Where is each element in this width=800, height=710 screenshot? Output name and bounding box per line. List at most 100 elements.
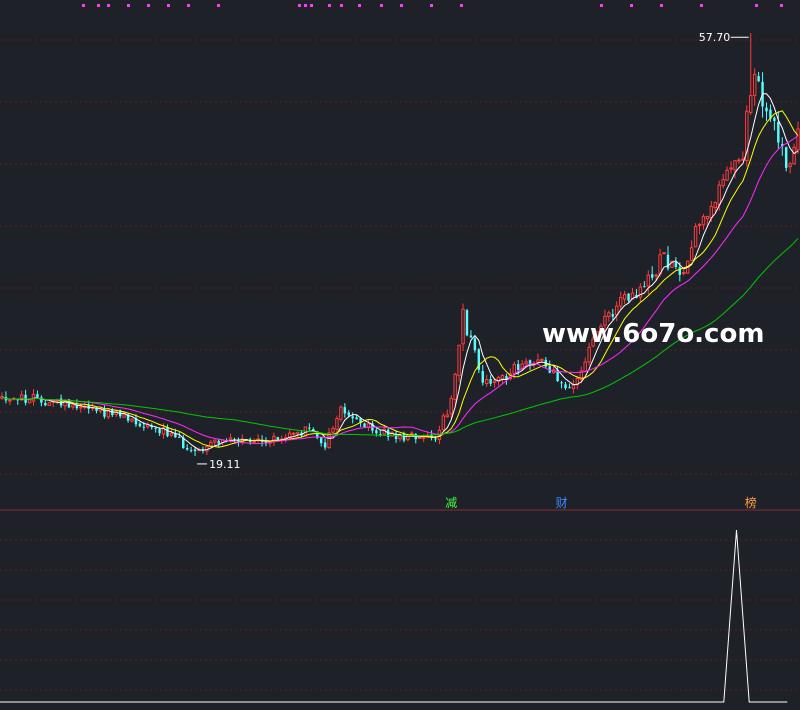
candle-up <box>540 358 544 361</box>
candle-down <box>674 262 678 267</box>
candle-up <box>618 296 623 307</box>
candle-up <box>713 202 717 209</box>
marker-dot <box>380 4 383 7</box>
event-tags-layer: 减财榜 <box>445 495 757 510</box>
candle-up <box>729 167 733 170</box>
candle-up <box>339 406 343 420</box>
marker-dots-layer <box>82 4 783 7</box>
candle-down <box>154 427 157 429</box>
candle-down <box>351 416 354 419</box>
candle-up <box>536 359 540 363</box>
candlestick-series <box>0 33 800 456</box>
candle-down <box>568 387 571 389</box>
event-tag: 减 <box>445 496 457 510</box>
candle-up <box>717 184 721 205</box>
candle-up <box>788 163 792 168</box>
ma20-line <box>1 135 799 445</box>
candle-up <box>721 179 725 186</box>
candle-up <box>457 344 461 376</box>
marker-dot <box>755 4 758 7</box>
candle-up <box>662 252 666 255</box>
candle-up <box>583 361 587 373</box>
candle-up <box>47 402 51 406</box>
candle-down <box>276 437 280 440</box>
candle-up <box>733 160 737 171</box>
candle-down <box>138 423 142 427</box>
candle-up <box>709 206 714 219</box>
marker-dot <box>147 4 150 7</box>
candle-down <box>564 384 567 389</box>
marker-dot <box>460 4 463 7</box>
candle-up <box>79 406 83 409</box>
grid-layer <box>0 39 800 691</box>
candle-up <box>449 397 453 415</box>
candle-down <box>308 427 311 429</box>
marker-dot <box>187 4 190 7</box>
moving-average-layer <box>1 36 799 465</box>
candle-down <box>611 314 615 317</box>
candle-up <box>524 361 528 365</box>
low-price-label: 19.11 <box>209 458 241 471</box>
indicator-panel <box>0 529 788 703</box>
candle-down <box>323 442 327 448</box>
indicator-line <box>0 529 788 703</box>
marker-dot <box>167 4 170 7</box>
candle-down <box>363 423 366 427</box>
ma10-line <box>1 110 799 448</box>
marker-dot <box>82 4 85 7</box>
candle-up <box>693 225 698 248</box>
candle-down <box>560 382 563 384</box>
candle-up <box>646 274 650 287</box>
candle-down <box>773 117 776 121</box>
candle-up <box>701 216 706 226</box>
marker-dot <box>340 4 343 7</box>
candle-up <box>106 408 111 418</box>
chart-svg: 减 财 榜 57.70 19.11 www.6o7o.com <box>0 4 800 703</box>
candle-up <box>421 436 426 439</box>
marker-dot <box>400 4 403 7</box>
marker-dot <box>358 4 361 7</box>
candle-down <box>375 430 378 434</box>
candle-up <box>410 432 414 435</box>
candle-up <box>169 432 174 436</box>
candle-up <box>213 439 217 443</box>
marker-dot <box>107 4 110 7</box>
candle-up <box>638 286 643 298</box>
candle-down <box>193 449 197 452</box>
candle-up <box>737 159 741 162</box>
candle-down <box>178 436 181 438</box>
candle-up <box>512 363 517 375</box>
marker-dot <box>298 4 301 7</box>
candle-down <box>158 429 161 434</box>
candle-up <box>331 427 335 433</box>
candle-down <box>465 310 469 336</box>
marker-dot <box>328 4 331 7</box>
candle-up <box>484 379 489 385</box>
candle-up <box>335 418 339 430</box>
candle-down <box>784 147 788 168</box>
event-tag: 榜 <box>745 495 757 510</box>
candle-up <box>622 294 627 300</box>
candle-up <box>122 414 126 418</box>
candle-down <box>166 427 169 437</box>
candle-up <box>587 346 591 363</box>
candle-down <box>757 76 760 82</box>
candle-down <box>489 378 492 384</box>
marker-dot <box>217 4 220 7</box>
candle-up <box>453 373 457 401</box>
candle-up <box>725 169 729 181</box>
marker-dot <box>600 4 603 7</box>
candle-down <box>36 394 39 398</box>
candle-up <box>27 399 32 404</box>
candle-down <box>142 426 146 428</box>
candle-up <box>682 271 686 274</box>
candle-down <box>59 398 63 406</box>
candle-down <box>481 371 484 383</box>
candle-down <box>469 335 473 338</box>
candle-down <box>44 403 47 406</box>
candle-down <box>189 450 193 452</box>
candle-up <box>492 380 497 383</box>
marker-dot <box>127 4 130 7</box>
watermark-text: www.6o7o.com <box>542 319 764 349</box>
candle-down <box>517 364 520 370</box>
